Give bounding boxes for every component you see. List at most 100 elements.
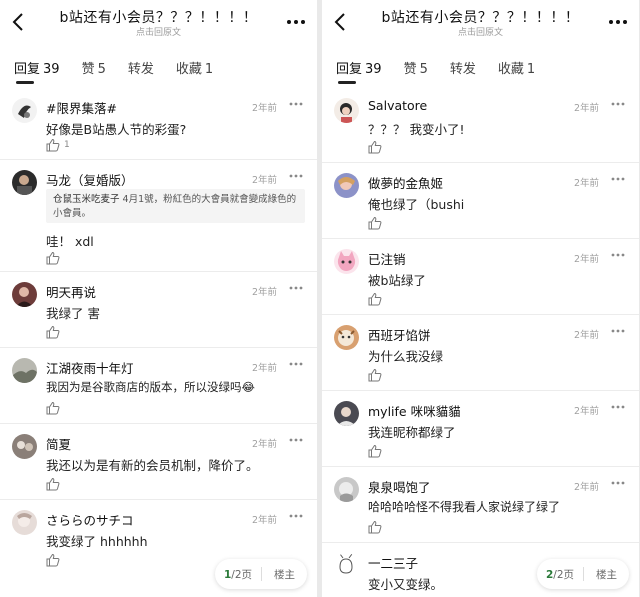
comment-more-icon[interactable] (611, 328, 625, 334)
comment-more-icon[interactable] (611, 176, 625, 182)
page-indicator[interactable]: 1/2页 (215, 567, 261, 582)
more-options-icon[interactable] (285, 14, 307, 30)
thumbs-up-icon[interactable] (368, 292, 382, 306)
comment-more-icon[interactable] (611, 404, 625, 410)
tab-reposts[interactable]: 转发 (128, 58, 154, 77)
original-poster-button[interactable]: 楼主 (262, 567, 307, 582)
comment-item: 江湖夜雨十年灯 2年前 我因为是谷歌商店的版本，所以没绿吗😂 (0, 348, 317, 424)
tab-count: 1 (526, 62, 536, 77)
comment-more-icon[interactable] (289, 437, 303, 443)
top-bar: b站还有小会员？？？！！！！ 点击回原文 (0, 0, 317, 48)
title-area[interactable]: b站还有小会员？？？！！！！ 点击回原文 (366, 9, 595, 39)
quoted-comment[interactable]: 仓鼠玉米吃麦子 4月1號，粉紅色的大會員就會變成綠色的小會員。 (46, 189, 305, 223)
tab-reposts[interactable]: 转发 (450, 58, 476, 77)
back-to-original-link[interactable]: 点击回原文 (366, 28, 595, 39)
comment-panel-page-1: b站还有小会员？？？！！！！ 点击回原文 回复 39 赞5 转发 收藏 1 #限界集… (0, 0, 317, 597)
comment-more-icon[interactable] (289, 513, 303, 519)
tab-count: 1 (204, 62, 214, 77)
comment-author[interactable]: mylife 咪咪貓貓 (368, 401, 461, 420)
comment-time: 2年前 (251, 515, 277, 526)
back-to-original-link[interactable]: 点击回原文 (44, 28, 273, 39)
tab-label: 收藏 (175, 62, 202, 77)
comment-author[interactable]: 简夏 (46, 434, 71, 453)
tab-likes[interactable]: 赞5 (404, 58, 428, 77)
total-pages: /2页 (553, 568, 575, 581)
comment-text: ？？？ 我变小了! (368, 122, 465, 137)
comment-author[interactable]: 西班牙馅饼 (368, 325, 431, 344)
comment-more-icon[interactable] (611, 480, 625, 486)
avatar[interactable] (334, 401, 359, 426)
comment-text: 变小又变绿。 (368, 577, 444, 592)
avatar[interactable] (334, 325, 359, 350)
tab-replies[interactable]: 回复 39 (336, 58, 382, 77)
avatar[interactable] (12, 170, 37, 195)
comment-author[interactable]: 马龙（复婚版） (46, 170, 134, 189)
comment-time: 2年前 (251, 439, 277, 450)
tab-label: 赞 (81, 62, 95, 77)
thumbs-up-icon[interactable] (368, 140, 382, 154)
avatar[interactable] (334, 173, 359, 198)
back-arrow-icon[interactable] (332, 12, 350, 32)
tab-label: 回复 (336, 62, 363, 77)
comment-more-icon[interactable] (611, 252, 625, 258)
avatar[interactable] (12, 282, 37, 307)
avatar[interactable] (12, 358, 37, 383)
tab-count: 5 (419, 62, 428, 77)
avatar[interactable] (334, 553, 359, 578)
avatar[interactable] (334, 98, 359, 123)
back-arrow-icon[interactable] (10, 12, 28, 32)
tab-label: 转发 (127, 62, 154, 77)
total-pages: /2页 (231, 568, 253, 581)
comment-more-icon[interactable] (289, 361, 303, 367)
thumbs-up-icon[interactable] (46, 251, 60, 265)
comment-text: 哇！ xdl (46, 234, 94, 249)
thumbs-up-icon[interactable] (46, 553, 60, 567)
thumbs-up-icon[interactable] (368, 520, 382, 534)
tab-label: 收藏 (497, 62, 524, 77)
original-poster-button[interactable]: 楼主 (584, 567, 629, 582)
comment-author[interactable]: さららのサチコ (46, 510, 134, 529)
page-indicator[interactable]: 2/2页 (537, 567, 583, 582)
tab-bar: 回复 39 赞5 转发 收藏 1 (0, 48, 317, 88)
comment-item: 做夢的金魚姬 2年前 俺也绿了（bushi (322, 163, 639, 239)
comment-author[interactable]: #限界集落# (46, 98, 117, 117)
comment-text: 俺也绿了（bushi (368, 197, 465, 212)
comment-more-icon[interactable] (289, 101, 303, 107)
avatar[interactable] (334, 249, 359, 274)
comment-more-icon[interactable] (289, 285, 303, 291)
page-switcher: 1/2页 楼主 (215, 559, 307, 589)
more-options-icon[interactable] (607, 14, 629, 30)
comment-text: 为什么我没绿 (368, 349, 444, 364)
avatar[interactable] (334, 477, 359, 502)
like-count: 1 (64, 140, 70, 150)
comment-more-icon[interactable] (611, 101, 625, 107)
tab-replies[interactable]: 回复 39 (14, 58, 60, 77)
comment-item: 简夏 2年前 我还以为是有新的会员机制，降价了。 (0, 424, 317, 500)
thumbs-up-icon[interactable] (46, 138, 60, 152)
thumbs-up-icon[interactable] (46, 401, 60, 415)
comment-author[interactable]: 已注销 (368, 249, 406, 268)
thumbs-up-icon[interactable] (368, 216, 382, 230)
active-tab-indicator (338, 81, 356, 84)
comment-text: 哈哈哈哈怪不得我看人家说绿了绿了 (368, 500, 561, 514)
comment-author[interactable]: 明天再说 (46, 282, 96, 301)
tab-favorites[interactable]: 收藏 1 (498, 58, 535, 77)
thumbs-up-icon[interactable] (368, 368, 382, 382)
comment-text: 我还以为是有新的会员机制，降价了。 (46, 458, 259, 473)
tab-likes[interactable]: 赞5 (82, 58, 106, 77)
comment-author[interactable]: 江湖夜雨十年灯 (46, 358, 134, 377)
comment-author[interactable]: Salvatore (368, 98, 427, 113)
tab-favorites[interactable]: 收藏 1 (176, 58, 213, 77)
comment-text: 我连昵称都绿了 (368, 425, 456, 440)
comment-more-icon[interactable] (289, 173, 303, 179)
avatar[interactable] (12, 98, 37, 123)
thumbs-up-icon[interactable] (368, 444, 382, 458)
thumbs-up-icon[interactable] (46, 477, 60, 491)
avatar[interactable] (12, 510, 37, 535)
thumbs-up-icon[interactable] (46, 325, 60, 339)
comment-author[interactable]: 做夢的金魚姬 (368, 173, 443, 192)
comment-author[interactable]: 泉泉喝饱了 (368, 477, 431, 496)
title-area[interactable]: b站还有小会员？？？！！！！ 点击回原文 (44, 9, 273, 39)
comment-author[interactable]: 一二三子 (368, 553, 418, 572)
avatar[interactable] (12, 434, 37, 459)
